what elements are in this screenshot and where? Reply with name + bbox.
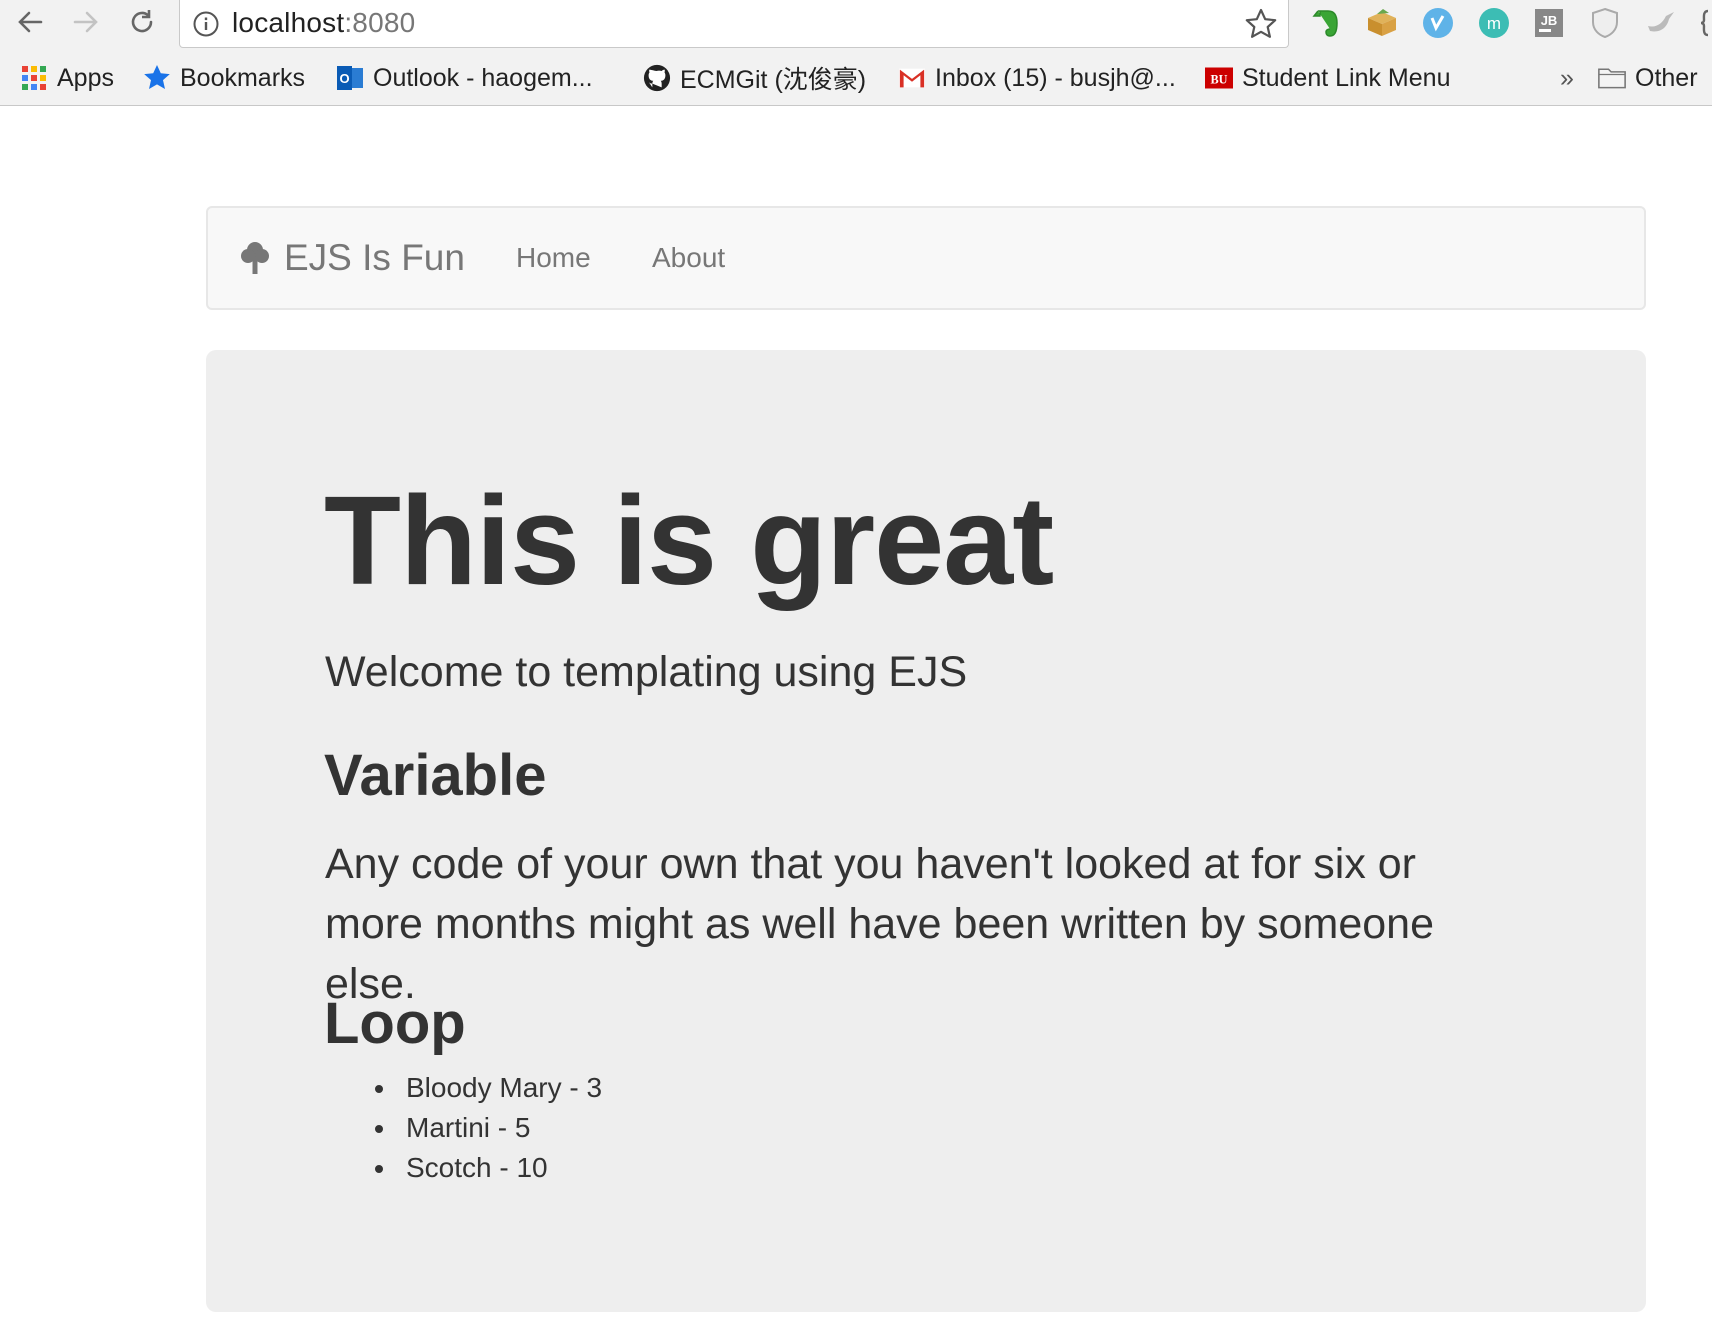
loop-list: Bloody Mary - 3 Martini - 5 Scotch - 10 (206, 1068, 602, 1188)
bookmark-label: Outlook - haogem... (373, 63, 593, 92)
bookmark-label: Bookmarks (180, 63, 306, 92)
list-item: Martini - 5 (206, 1108, 602, 1148)
site-navbar: EJS Is Fun Home About (206, 206, 1646, 310)
bookmark-label: Student Link Menu (1242, 63, 1451, 92)
bookmarks-overflow-button[interactable]: » (1560, 56, 1574, 100)
bookmark-label: Apps (57, 63, 114, 92)
bu-icon: BU (1205, 64, 1233, 92)
svg-text:O: O (339, 71, 349, 86)
reload-button[interactable] (124, 4, 160, 40)
folder-icon (1598, 64, 1626, 92)
back-button[interactable] (12, 4, 48, 40)
list-item: Scotch - 10 (206, 1148, 602, 1188)
bookmark-outlook[interactable]: O Outlook - haogem... (336, 56, 593, 100)
svg-text:m: m (1487, 14, 1501, 33)
braces-icon[interactable] (1692, 5, 1712, 41)
brand-title: EJS Is Fun (284, 237, 465, 278)
evernote-icon[interactable] (1309, 5, 1345, 41)
info-icon[interactable] (192, 10, 220, 38)
loop-heading: Loop (324, 991, 466, 1056)
page-title: This is great (324, 470, 1054, 611)
outlook-icon: O (336, 64, 364, 92)
github-icon (643, 64, 671, 92)
lead-text: Welcome to templating using EJS (325, 648, 968, 696)
bookmarks-bar: Apps Bookmarks O Outlook - haogem... ECM… (0, 56, 1712, 100)
bookmark-star-icon[interactable] (1244, 7, 1278, 41)
svg-text:JB: JB (1541, 13, 1558, 28)
forward-arrow-icon (73, 11, 98, 33)
nav-link-about[interactable]: About (652, 208, 725, 308)
bookmark-label: Inbox (15) - busjh@... (935, 63, 1176, 92)
bookmark-label: Other (1635, 63, 1698, 92)
bird-icon[interactable] (1643, 5, 1679, 41)
svg-text:BU: BU (1210, 72, 1227, 86)
bookmark-student-link[interactable]: BU Student Link Menu (1205, 56, 1450, 100)
address-bar[interactable]: localhost:8080 (179, 0, 1289, 48)
bookmark-ecmgit[interactable]: ECMGit (沈俊豪) (643, 56, 866, 100)
list-item: Bloody Mary - 3 (206, 1068, 602, 1108)
star-icon (143, 64, 171, 92)
chevron-double-right-icon: » (1560, 63, 1574, 92)
variable-heading: Variable (324, 743, 547, 808)
jetbrains-icon[interactable]: JB (1531, 5, 1567, 41)
reload-icon (131, 10, 153, 33)
url-text[interactable]: localhost:8080 (232, 7, 415, 39)
nav-link-home[interactable]: Home (516, 208, 591, 308)
vimeo-icon[interactable] (1420, 5, 1456, 41)
forward-button[interactable] (68, 4, 104, 40)
bookmark-other[interactable]: Other (1598, 56, 1698, 100)
back-arrow-icon (18, 11, 43, 33)
shield-icon[interactable] (1587, 5, 1623, 41)
box-icon[interactable] (1364, 5, 1400, 41)
bookmark-inbox[interactable]: Inbox (15) - busjh@... (898, 56, 1176, 100)
variable-text: Any code of your own that you haven't lo… (325, 840, 1434, 1008)
m-icon[interactable]: m (1476, 5, 1512, 41)
bookmark-bookmarks[interactable]: Bookmarks (143, 56, 305, 100)
apps-grid-icon (20, 64, 48, 92)
bookmark-apps[interactable]: Apps (20, 56, 114, 100)
jumbotron: This is great Welcome to templating usin… (206, 350, 1646, 1312)
tree-icon (241, 242, 269, 274)
browser-chrome: localhost:8080 m JB Apps Bookmarks O Out… (0, 0, 1712, 106)
navbar-brand[interactable]: EJS Is Fun (240, 208, 465, 308)
bookmark-label: ECMGit (沈俊豪) (680, 66, 867, 94)
gmail-icon (898, 64, 926, 92)
